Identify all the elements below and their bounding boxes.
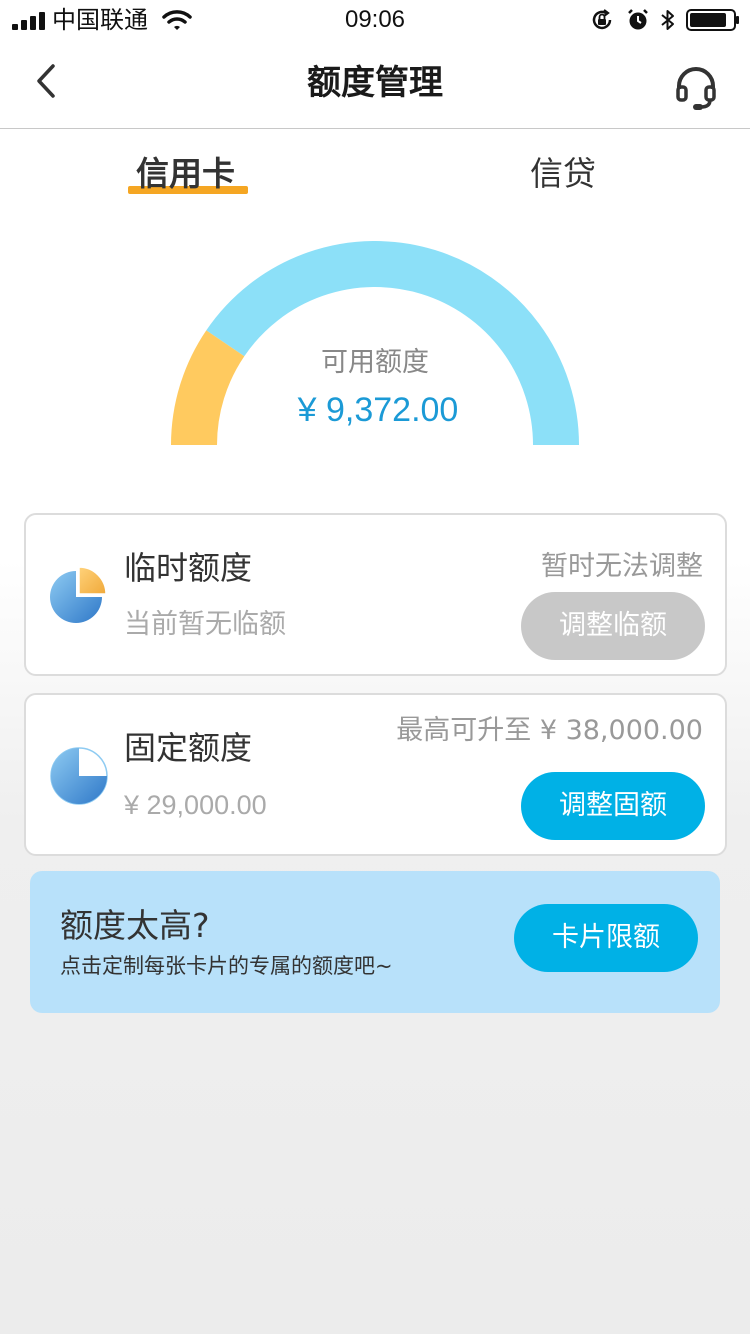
bluetooth-icon	[661, 10, 674, 30]
temporary-limit-status: 当前暂无临额	[124, 609, 286, 640]
temporary-limit-title: 临时额度	[124, 549, 253, 587]
page-title: 额度管理	[307, 63, 443, 103]
temporary-limit-card: 临时额度 当前暂无临额 暂时无法调整 调整临额	[24, 513, 727, 676]
battery-icon	[686, 9, 739, 31]
customer-service-button[interactable]	[672, 64, 720, 112]
banner-subtitle: 点击定制每张卡片的专属的额度吧~	[60, 954, 393, 978]
max-limit-note: 最高可升至 ¥ 38,000.00	[396, 715, 703, 746]
card-limit-banner: 额度太高? 点击定制每张卡片的专属的额度吧~ 卡片限额	[30, 871, 720, 1013]
fixed-limit-title: 固定额度	[124, 729, 253, 767]
temporary-limit-note: 暂时无法调整	[541, 551, 703, 582]
available-credit-amount: ¥ 9,372.00	[297, 391, 459, 429]
alarm-icon	[628, 9, 648, 30]
headset-icon	[676, 67, 716, 110]
adjust-fixed-limit-button[interactable]: 调整固额	[521, 772, 705, 840]
fixed-limit-card: 固定额度 ¥ 29,000.00 最高可升至 ¥ 38,000.00 调整固额	[24, 693, 727, 856]
status-bar: 中国联通 09:06	[0, 0, 750, 40]
nav-bar: 额度管理	[0, 40, 750, 129]
pie-chart-icon	[50, 747, 108, 805]
tab-loan[interactable]: 信贷	[530, 150, 596, 198]
card-limit-button[interactable]: 卡片限额	[514, 904, 698, 972]
available-credit-label: 可用额度	[321, 347, 429, 378]
adjust-temporary-limit-button[interactable]: 调整临额	[521, 592, 705, 660]
tab-credit-card[interactable]: 信用卡	[136, 150, 235, 198]
banner-title: 额度太高?	[60, 906, 210, 945]
pie-chart-icon	[50, 566, 107, 623]
orientation-lock-icon	[592, 9, 612, 30]
fixed-limit-amount: ¥ 29,000.00	[124, 790, 267, 820]
